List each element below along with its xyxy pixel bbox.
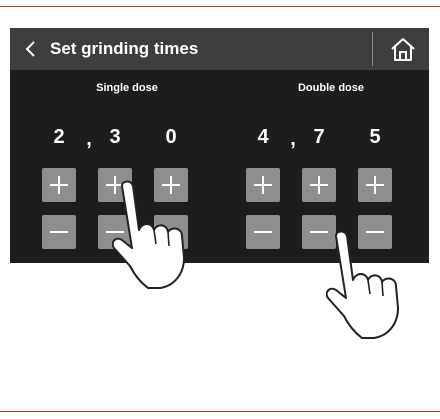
top-rule [0,6,440,7]
page-title: Set grinding times [50,39,199,58]
pointing-hand-icon [112,180,185,289]
double-dose-digit-3: 5 [369,126,381,148]
single-dose-decimal-separator: , [86,128,92,150]
double-dose-digit-1-decrement-button[interactable] [246,215,280,249]
plus-icon [50,176,68,194]
minus-icon [254,231,272,233]
bottom-rule [0,411,440,412]
single-dose-digit-1-increment-button[interactable] [42,168,76,202]
single-dose-digit-1: 2 [53,126,65,148]
minus-icon [50,231,68,233]
plus-icon [310,176,328,194]
chevron-left-icon[interactable] [24,40,36,58]
double-dose-digit-2-increment-button[interactable] [302,168,336,202]
header-bar: Set grinding times [10,28,429,70]
single-dose-digit-3: 0 [165,126,177,148]
double-dose-digit-2: 7 [313,126,325,148]
double-dose-digit-1-increment-button[interactable] [246,168,280,202]
single-dose-digit-2: 3 [109,126,121,148]
header-divider [372,32,373,66]
single-dose-label: Single dose [96,82,158,94]
double-dose-digit-3-increment-button[interactable] [358,168,392,202]
double-dose-decimal-separator: , [290,128,296,150]
home-icon[interactable] [389,36,417,63]
single-dose-digit-1-decrement-button[interactable] [42,215,76,249]
plus-icon [254,176,272,194]
plus-icon [366,176,384,194]
pointing-hand-icon [326,230,399,339]
double-dose-digit-1: 4 [257,126,269,148]
double-dose-label: Double dose [297,82,364,94]
